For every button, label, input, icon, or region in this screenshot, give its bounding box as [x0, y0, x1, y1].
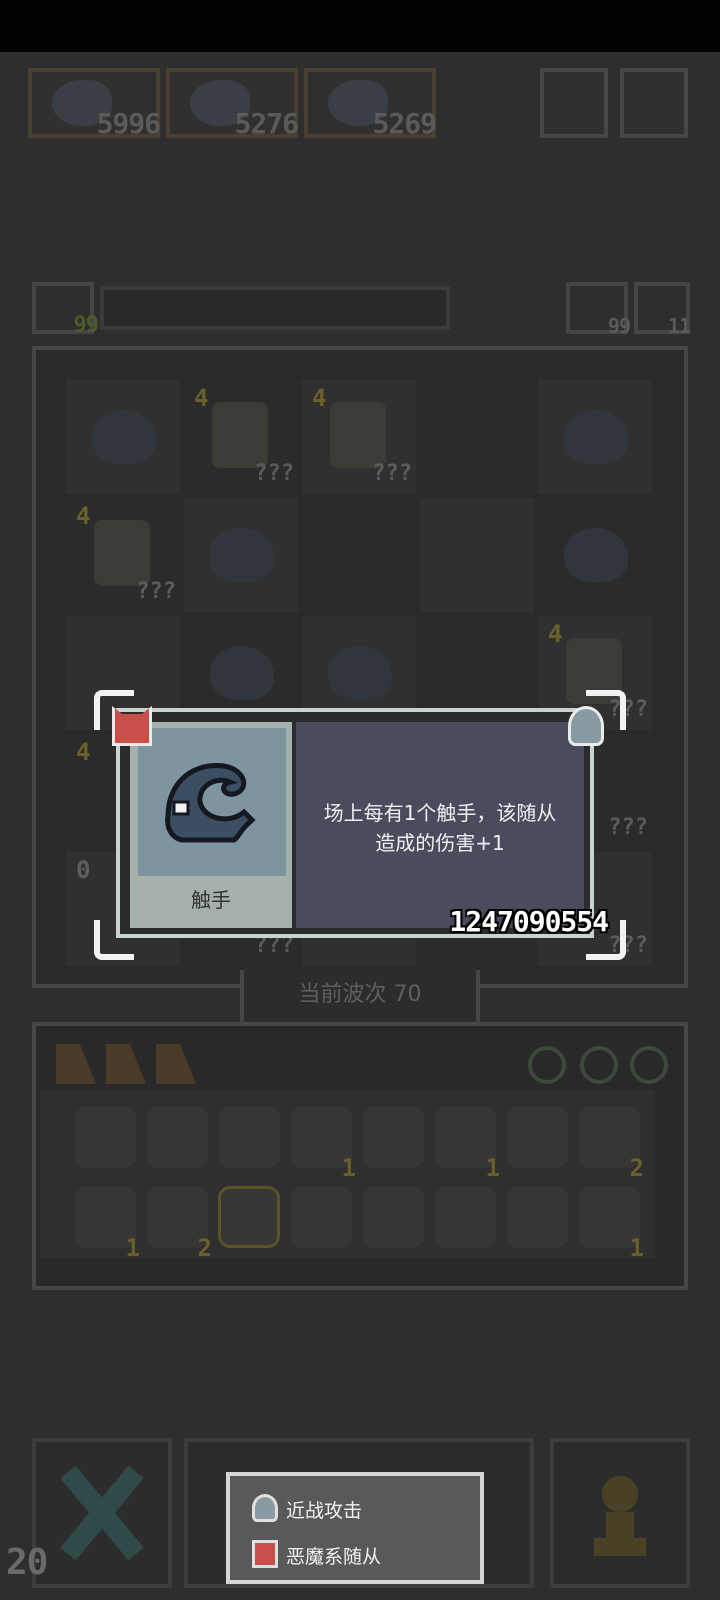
tentacle-icon	[210, 646, 274, 700]
item-slot[interactable]	[146, 1106, 208, 1168]
demon-icon	[252, 1540, 278, 1568]
priest-unit-icon	[94, 520, 150, 586]
sword-icon	[568, 706, 604, 746]
boss-score-1: 5996	[96, 107, 161, 140]
tentacle-icon	[165, 762, 256, 843]
melee-attack-label: 近战攻击	[286, 1500, 363, 1522]
item-count: 2	[197, 1234, 212, 1262]
unit-description: 场上每有1个触手，该随从 造成的伤害+1	[302, 798, 578, 858]
demon-minion-label: 恶魔系随从	[286, 1546, 382, 1568]
pawn-button[interactable]	[550, 1438, 690, 1588]
tentacle-icon	[92, 410, 156, 464]
item-count: 1	[485, 1154, 500, 1182]
item-slot[interactable]: 1	[578, 1186, 644, 1262]
item-slot[interactable]	[434, 1186, 496, 1248]
unit-level: 4	[194, 384, 209, 412]
key-count: 11	[667, 314, 691, 338]
unit-level: 4	[76, 502, 91, 530]
unit-level: 4	[76, 738, 91, 766]
board-cell[interactable]	[420, 498, 534, 612]
pawn-icon	[594, 1476, 646, 1556]
help-button[interactable]	[540, 68, 608, 138]
unit-description-line-1: 场上每有1个触手，该随从	[323, 801, 557, 825]
item-slot[interactable]: 1	[290, 1106, 356, 1182]
board-cell[interactable]	[538, 498, 652, 612]
item-count: 1	[629, 1234, 644, 1262]
item-count: 1	[125, 1234, 140, 1262]
cancel-button[interactable]	[32, 1438, 172, 1588]
experience-bar	[100, 286, 450, 330]
damage-value: 1247090554	[449, 905, 609, 938]
item-count: 2	[629, 1154, 644, 1182]
board-cell[interactable]	[66, 380, 180, 494]
turn-counter: 20	[6, 1542, 48, 1583]
key-counter: 11	[634, 282, 691, 338]
item-slot[interactable]	[506, 1186, 568, 1248]
gear-icon[interactable]	[580, 1046, 618, 1084]
boss-card-2[interactable]: 5276	[166, 68, 299, 140]
unit-portrait	[138, 728, 286, 876]
item-slot[interactable]: 1	[434, 1106, 500, 1182]
knight-unit-icon	[212, 402, 268, 468]
unit-unknown: ???	[254, 461, 294, 486]
unit-level: 4	[312, 384, 327, 412]
board-cell[interactable]: 4???	[184, 380, 298, 494]
board-cell[interactable]: 4???	[302, 380, 416, 494]
item-slot[interactable]: 2	[578, 1106, 644, 1182]
item-count: 1	[341, 1154, 356, 1182]
board-cell[interactable]	[302, 498, 416, 612]
ring-icon[interactable]	[528, 1046, 566, 1084]
refresh-button[interactable]: 99	[566, 282, 631, 338]
boss-score-3: 5269	[372, 107, 437, 140]
tentacle-icon	[564, 528, 628, 582]
settings-button[interactable]	[620, 68, 688, 138]
item-slot[interactable]	[74, 1106, 136, 1168]
unit-unknown: ???	[372, 461, 412, 486]
status-bar	[0, 0, 720, 52]
item-slot[interactable]	[362, 1186, 424, 1248]
refresh-count: 99	[607, 314, 631, 338]
legend-popup: 近战攻击 恶魔系随从	[226, 1472, 484, 1584]
item-slot[interactable]	[218, 1186, 280, 1248]
board-cell[interactable]: 4???	[66, 498, 180, 612]
tentacle-icon	[564, 410, 628, 464]
item-slot[interactable]	[362, 1106, 424, 1168]
board-cell[interactable]	[538, 380, 652, 494]
gem-counter: 99	[32, 282, 99, 338]
item-slot[interactable]: 1	[74, 1186, 140, 1262]
monk-unit-icon	[330, 402, 386, 468]
item-slot[interactable]	[506, 1106, 568, 1168]
sword-icon	[252, 1494, 278, 1522]
tentacle-icon	[210, 528, 274, 582]
unit-name: 触手	[191, 888, 231, 912]
item-slot[interactable]: 2	[146, 1186, 212, 1262]
board-cell[interactable]	[420, 380, 534, 494]
gem-count: 99	[73, 313, 99, 338]
unit-level: 4	[548, 620, 563, 648]
item-slot[interactable]	[218, 1106, 280, 1168]
close-icon	[60, 1465, 144, 1561]
item-slot[interactable]	[290, 1186, 352, 1248]
tentacle-icon	[328, 646, 392, 700]
boss-card-1[interactable]: 5996	[28, 68, 161, 140]
unit-description-line-2: 造成的伤害+1	[375, 831, 505, 855]
wave-label: 当前波次 70	[240, 970, 480, 1026]
boss-card-3[interactable]: 5269	[304, 68, 437, 140]
board-cell[interactable]	[184, 498, 298, 612]
skull-icon[interactable]	[630, 1046, 668, 1084]
boss-score-2: 5276	[234, 107, 299, 140]
unit-unknown: ???	[608, 815, 648, 840]
unit-level: 0	[76, 856, 91, 884]
unit-unknown: ???	[136, 579, 176, 604]
